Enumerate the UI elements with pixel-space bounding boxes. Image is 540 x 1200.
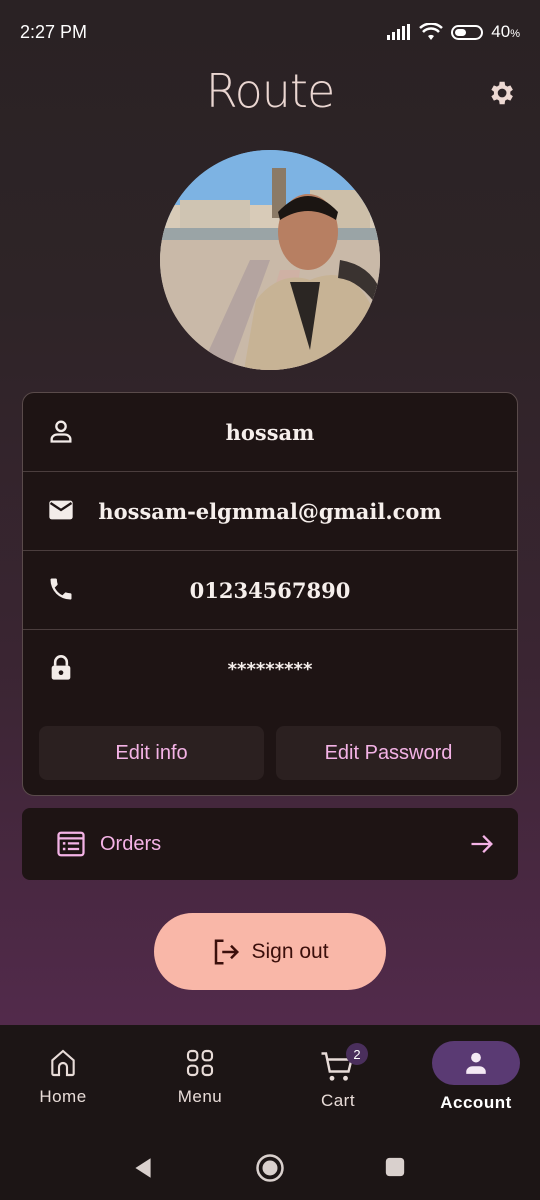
phone-value: 01234567890 [189,577,351,603]
wifi-icon [419,23,444,40]
nav-cart-label: Cart [320,1091,356,1110]
bottom-navigation: Home Menu 2 Cart Account [0,1025,540,1200]
name-row: hossam [23,393,517,472]
app-header: Route [0,64,540,124]
person-outline-icon [50,420,72,443]
email-value: hossam-elgmmal@gmail.com [98,498,442,524]
edit-buttons: Edit info Edit Password [39,726,501,780]
back-icon[interactable] [130,1155,156,1181]
battery-value: 40 [491,22,511,41]
home-circle-icon[interactable] [255,1153,285,1183]
nav-account[interactable]: Account [416,1041,536,1131]
avatar-photo [160,150,380,370]
edit-password-button[interactable]: Edit Password [276,726,501,780]
nav-menu[interactable]: Menu [140,1041,260,1131]
arrow-right-icon [471,835,493,853]
recents-icon[interactable] [384,1156,406,1178]
password-value: ********* [227,659,313,680]
person-icon [432,1041,520,1085]
lock-icon [51,655,71,680]
nav-menu-label: Menu [177,1087,223,1106]
logout-icon [215,939,240,964]
password-row: ********* [23,630,517,709]
list-icon [57,831,85,857]
edit-info-button[interactable]: Edit info [39,726,264,780]
phone-icon [50,578,72,600]
nav-cart[interactable]: 2 Cart [278,1041,398,1131]
system-navigation [0,1145,540,1190]
email-row: hossam-elgmmal@gmail.com [23,472,517,551]
nav-home-label: Home [39,1087,87,1106]
signal-icon [387,24,411,40]
battery-icon [451,24,484,40]
profile-info-card: hossam hossam-elgmmal@gmail.com 01234567… [22,392,518,796]
home-icon [45,1045,81,1081]
orders-label: Orders [100,832,162,855]
grid-icon [182,1045,218,1081]
profile-avatar[interactable] [160,150,380,370]
name-value: hossam [225,419,315,445]
status-icons: 40% [387,22,520,42]
mail-icon [49,500,73,520]
phone-row: 01234567890 [23,551,517,630]
sign-out-button[interactable]: Sign out [154,913,386,990]
status-time: 2:27 PM [20,21,88,42]
orders-button[interactable]: Orders [22,808,518,880]
route-logo: Route [205,64,336,118]
nav-home[interactable]: Home [3,1041,123,1131]
sign-out-label: Sign out [251,939,329,963]
battery-level: 40% [491,22,520,41]
nav-account-label: Account [440,1093,512,1112]
gear-icon[interactable] [486,78,516,108]
cart-badge: 2 [346,1043,368,1065]
status-bar: 2:27 PM 40% [0,0,540,64]
